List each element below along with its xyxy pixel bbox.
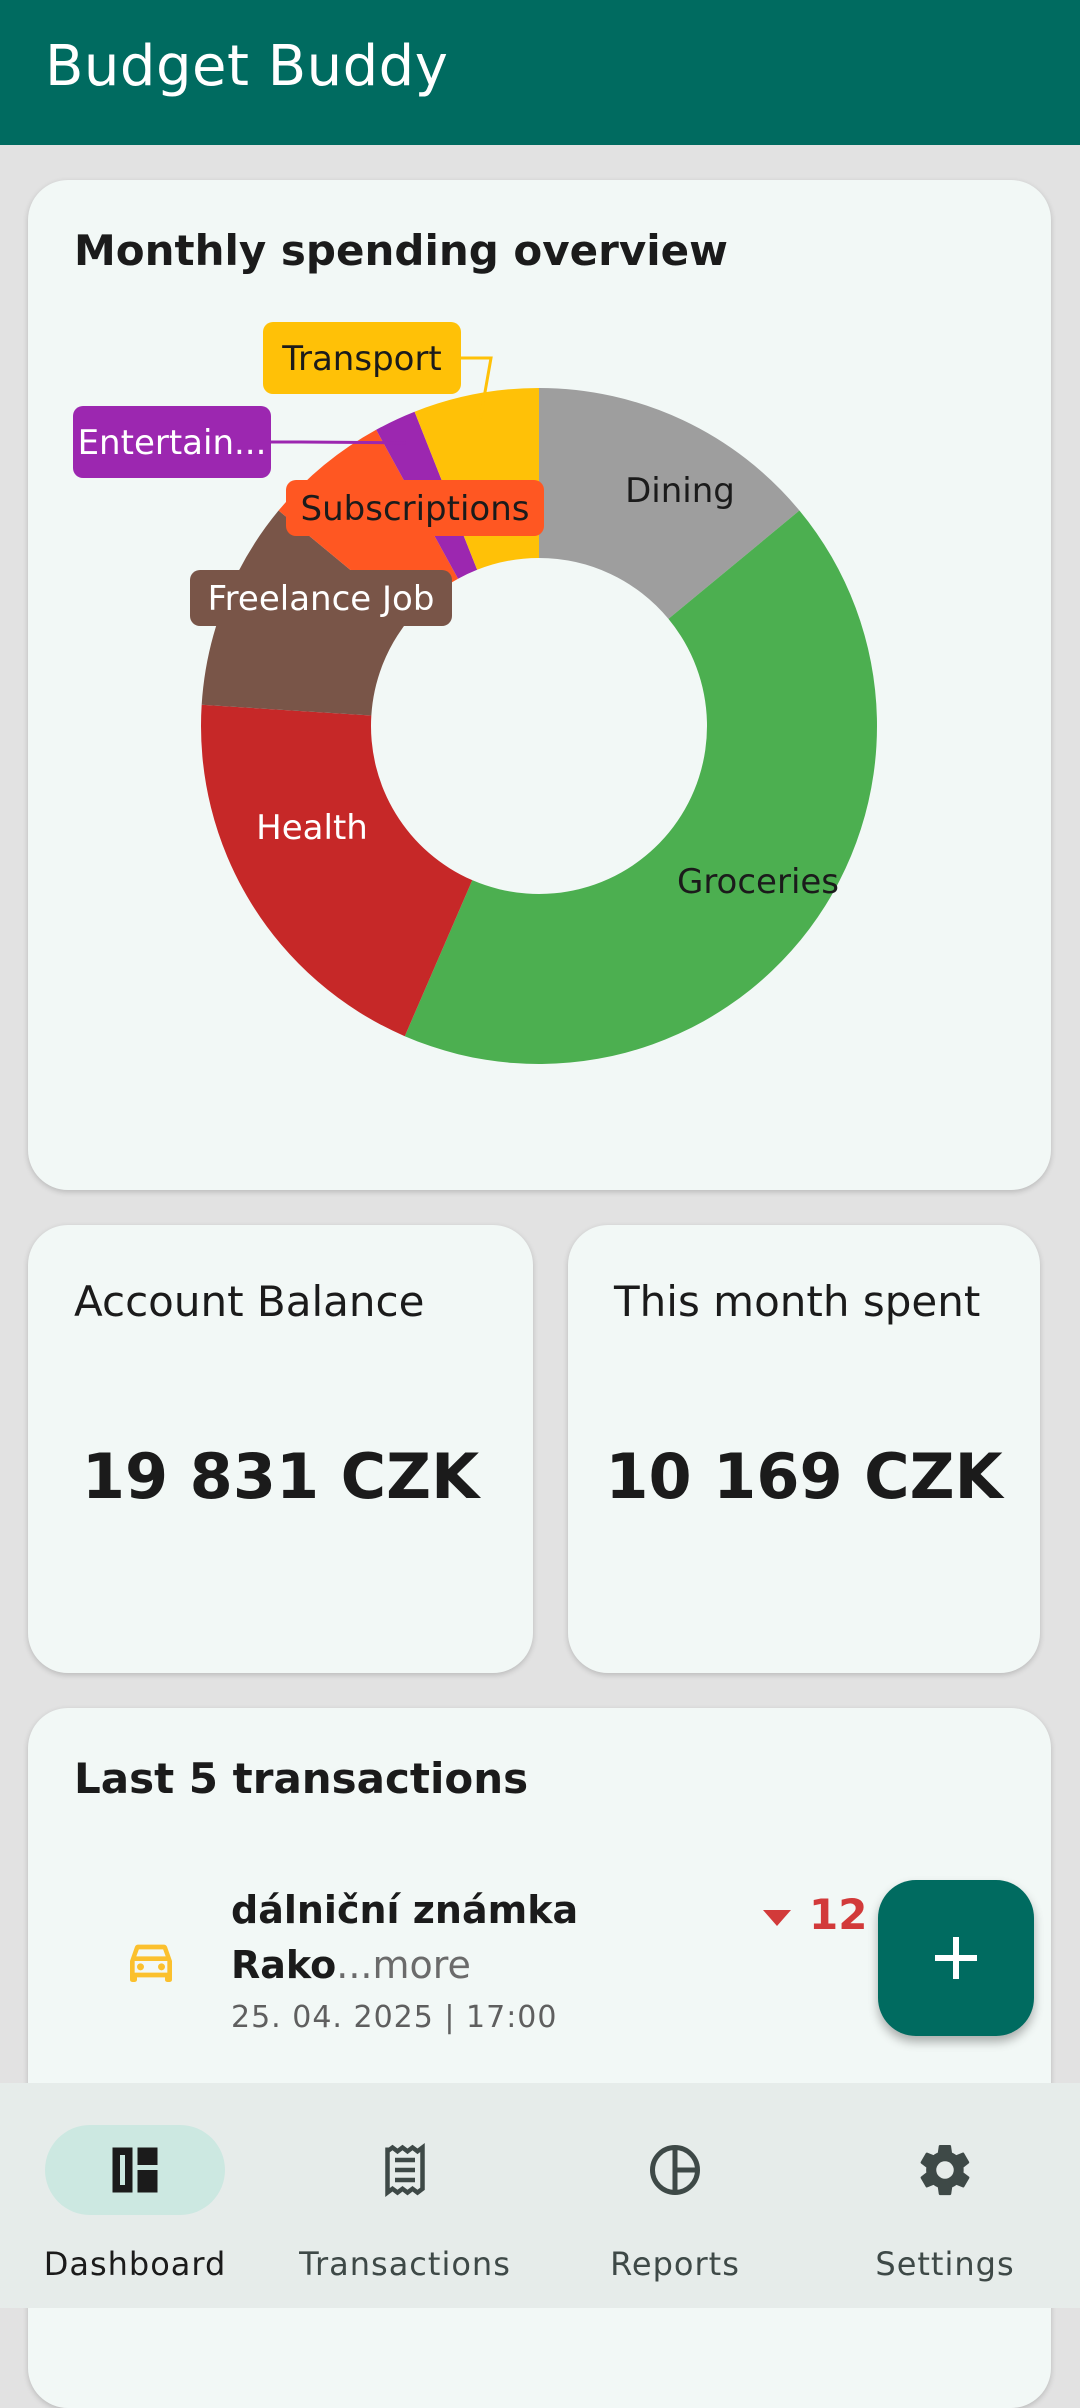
expense-arrow-icon xyxy=(763,1909,791,1926)
spending-donut-chart: Dining Groceries Health Freelance Job Subscr… xyxy=(73,322,878,1065)
month-spent-card[interactable]: This month spent 10 169 CZK xyxy=(568,1225,1040,1673)
slice-label-freelance-job: Freelance Job xyxy=(208,579,435,619)
nav-label-settings: Settings xyxy=(875,2245,1015,2283)
bottom-navigation: Dashboard Transactions Reports Settings xyxy=(0,2083,1080,2308)
dashboard-icon xyxy=(112,2147,158,2193)
more-link[interactable]: ...more xyxy=(336,1943,471,1987)
account-balance-label: Account Balance xyxy=(74,1277,425,1326)
month-spent-label: This month spent xyxy=(614,1277,981,1326)
slice-label-entertainment: Entertain... xyxy=(78,423,267,463)
nav-label-reports: Reports xyxy=(610,2245,740,2283)
slice-label-dining: Dining xyxy=(625,471,735,511)
account-balance-card[interactable]: Account Balance 19 831 CZK xyxy=(28,1225,533,1673)
app-title: Budget Buddy xyxy=(45,34,449,99)
chart-title: Monthly spending overview xyxy=(74,226,728,275)
account-balance-value: 19 831 CZK xyxy=(81,1440,480,1513)
gear-icon xyxy=(920,2145,970,2196)
month-spent-value: 10 169 CZK xyxy=(605,1440,1003,1513)
slice-groceries[interactable] xyxy=(404,510,878,1065)
receipt-icon xyxy=(385,2143,425,2197)
nav-reports[interactable]: Reports xyxy=(540,2083,810,2308)
nav-label-transactions: Transactions xyxy=(299,2245,511,2283)
nav-label-dashboard: Dashboard xyxy=(43,2245,227,2283)
nav-dashboard[interactable]: Dashboard xyxy=(0,2083,270,2308)
transactions-title: Last 5 transactions xyxy=(74,1754,529,1803)
slice-label-groceries: Groceries xyxy=(677,862,839,902)
nav-transactions[interactable]: Transactions xyxy=(270,2083,540,2308)
spending-chart-card: Dining Groceries Health Freelance Job Subscr… xyxy=(28,180,1051,1190)
slice-label-transport: Transport xyxy=(281,339,442,379)
add-transaction-button[interactable] xyxy=(878,1880,1034,2036)
app-bar: Budget Buddy xyxy=(0,0,1080,145)
plus-icon xyxy=(935,1937,977,1979)
transaction-description: Rako...more xyxy=(231,1943,471,1987)
pie-chart-icon xyxy=(650,2145,700,2195)
transaction-date: 25. 04. 2025 | 17:00 xyxy=(231,2000,558,2035)
transaction-name: dálniční známka xyxy=(231,1888,579,1932)
leader-line-entertainment xyxy=(271,440,406,445)
transaction-description-text: Rako xyxy=(231,1943,337,1987)
car-icon xyxy=(130,1944,172,1982)
slice-label-subscriptions: Subscriptions xyxy=(301,489,530,529)
nav-settings[interactable]: Settings xyxy=(810,2083,1080,2308)
slice-label-health: Health xyxy=(256,808,368,848)
